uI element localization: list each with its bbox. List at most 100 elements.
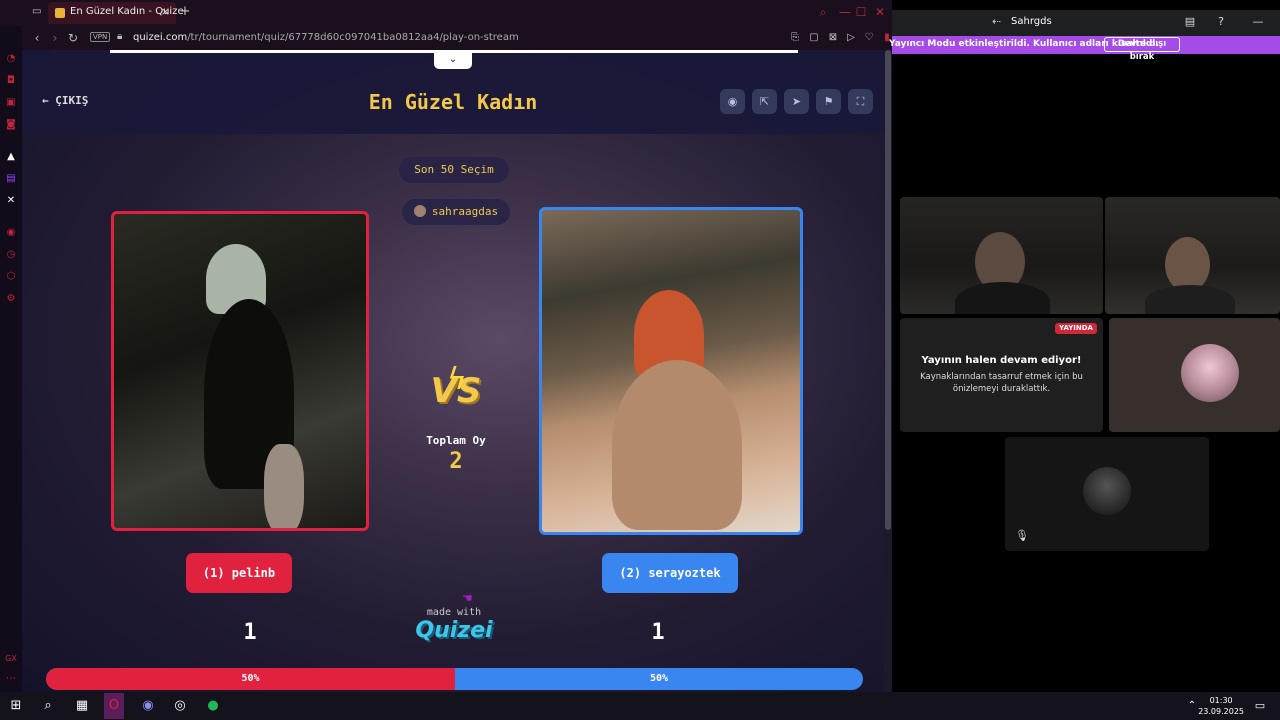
streamer-mode-banner: Yayıncı Modu etkinleştirildi. Kullanıcı … — [889, 36, 1280, 62]
new-tab-button[interactable]: + — [178, 4, 192, 20]
aria-icon[interactable]: ◔ — [4, 52, 18, 66]
muted-mic-icon: 🎙︎ — [1015, 529, 1029, 542]
quiz-page: ⌄ ← ÇIKIŞ En Güzel Kadın ◉ ⇱ ➤ ⚑ ⛶ Son 5… — [22, 50, 892, 692]
discord-taskbar-icon[interactable]: ◉ — [138, 697, 158, 715]
right-percent: 50% — [649, 673, 669, 684]
snapshot-icon[interactable]: ▢ — [807, 31, 821, 45]
eye-icon[interactable]: ◉ — [720, 89, 745, 114]
total-votes-value: 2 — [449, 449, 463, 474]
file-explorer-icon[interactable]: ▦ — [72, 697, 92, 715]
fullscreen-icon[interactable]: ⛶ — [848, 89, 873, 114]
avatar-tile[interactable] — [1109, 318, 1280, 432]
notifications-icon[interactable]: ▭ — [1250, 697, 1270, 715]
user-tile[interactable]: 🎙︎ — [1005, 437, 1209, 551]
vote-progress-bar: 50% 50% — [46, 668, 863, 690]
history-icon[interactable]: ◷ — [4, 248, 18, 262]
flag-icon[interactable]: ⚑ — [816, 89, 841, 114]
lock-icon: 🔒︎ — [117, 31, 123, 42]
cursor-icon: ☚ — [462, 591, 473, 605]
choice-right-button[interactable]: (2) serayoztek — [602, 553, 738, 593]
avatar — [1083, 467, 1131, 515]
share-icon[interactable]: ⇱ — [752, 89, 777, 114]
avatar — [1181, 344, 1239, 402]
screenshot-icon[interactable]: ⎘ — [788, 31, 802, 45]
stream-paused-subtitle: Kaynaklarından tasarruf etmek için bu ön… — [920, 372, 1083, 394]
quiz-title: En Güzel Kadın — [368, 90, 538, 114]
url-domain: quizei.com — [133, 32, 188, 43]
lightning-icon: ϟ — [447, 362, 467, 397]
creator-pill[interactable]: sahraagdas — [402, 199, 510, 225]
instagram-icon[interactable]: ◙ — [4, 118, 18, 132]
creator-name: sahraagdas — [431, 205, 499, 218]
left-vote-count: 1 — [243, 620, 257, 645]
body-shape — [612, 360, 742, 530]
tab-active[interactable]: En Güzel Kadın - Quizei × — [48, 2, 186, 24]
clock-date: 23.09.2025 — [1198, 707, 1244, 716]
discord-title-bar: ⇠ Sahrgds ▤ ? — — [892, 10, 1280, 36]
exit-link[interactable]: ← ÇIKIŞ — [42, 94, 88, 107]
maximize-icon[interactable]: ☐ — [854, 5, 868, 19]
help-icon[interactable]: ? — [1213, 14, 1229, 30]
obs-taskbar-icon[interactable]: ◎ — [170, 697, 190, 715]
scrollbar-thumb[interactable] — [885, 50, 891, 530]
video-tile-2[interactable] — [1105, 197, 1280, 314]
shopping-icon[interactable]: ◘ — [4, 74, 18, 88]
gx-icon[interactable]: GX — [4, 652, 18, 666]
forward-icon[interactable]: › — [48, 31, 62, 45]
left-percent: 50% — [241, 673, 260, 684]
close-tab-icon[interactable]: × — [161, 5, 170, 18]
address-bar: ‹ › ↻ VPN 🔒︎ quizei.com/tr/tournament/qu… — [22, 26, 892, 50]
last-choices-pill[interactable]: Son 50 Seçim — [399, 157, 509, 183]
minimize-icon[interactable]: — — [838, 5, 852, 19]
spotify-taskbar-icon[interactable]: ● — [203, 697, 223, 715]
opera-sidebar: O ◔ ◘ ▣ ◙ ▲ ▤ ✕ ◉ ◷ ⬡ ⚙ GX ⋯ — [0, 0, 22, 692]
page-header: ⌄ ← ÇIKIŞ En Güzel Kadın ◉ ⇱ ➤ ⚑ ⛶ — [22, 50, 884, 134]
settings-icon[interactable]: ⚙ — [4, 292, 18, 306]
tv-icon[interactable]: ▣ — [4, 96, 18, 110]
total-votes-label: Toplam Oy — [426, 434, 486, 447]
extensions-icon[interactable]: ⬡ — [4, 270, 18, 284]
person-body — [955, 282, 1050, 314]
stream-preview-tile[interactable]: YAYINDA Yayının halen devam ediyor! Kayn… — [900, 318, 1103, 432]
person-body — [1145, 285, 1235, 314]
video-tile-1[interactable] — [900, 197, 1103, 314]
quizei-logo[interactable]: Quizei — [414, 618, 494, 643]
taskbar-clock[interactable]: 01:30 23.09.2025 — [1198, 695, 1244, 717]
disable-streamer-mode-button[interactable]: Devre dışı bırak — [1104, 37, 1180, 62]
reload-icon[interactable]: ↻ — [66, 31, 80, 45]
send-icon[interactable]: ➤ — [784, 89, 809, 114]
search-icon[interactable]: ⌕ — [816, 5, 830, 19]
scrollbar[interactable] — [884, 50, 892, 692]
aria-a-icon[interactable]: ▲ — [4, 150, 18, 164]
download-icon[interactable]: ⊠ — [826, 31, 840, 45]
made-with-label: made with — [426, 607, 482, 618]
inbox-icon[interactable]: ▤ — [1182, 14, 1198, 30]
stream-paused-title: Yayının halen devam ediyor! — [921, 355, 1082, 366]
person-head — [1165, 237, 1210, 292]
choice-image-right[interactable] — [539, 207, 803, 535]
creator-avatar — [413, 205, 426, 217]
twitch-icon[interactable]: ▤ — [4, 172, 18, 186]
tab-manager-icon[interactable]: ▭ — [32, 6, 41, 17]
search-icon[interactable]: ⌕ — [38, 697, 58, 715]
minimize-icon[interactable]: — — [1250, 14, 1266, 30]
tab-bar: ▭ En Güzel Kadın - Quizei × + ⌕ — ☐ ✕ — [0, 0, 892, 26]
back-icon[interactable]: ‹ — [30, 31, 44, 45]
player-icon[interactable]: ◉ — [4, 226, 18, 240]
heart-icon[interactable]: ♡ — [862, 31, 876, 45]
x-icon[interactable]: ✕ — [4, 194, 18, 208]
more-icon[interactable]: ⋯ — [4, 672, 18, 686]
play-icon[interactable]: ▷ — [844, 31, 858, 45]
opera-gx-taskbar-icon[interactable]: O — [104, 693, 124, 719]
windows-taskbar: ⊞ ⌕ ▦ O ◉ ◎ ● ⌃ 01:30 23.09.2025 ▭ — [0, 692, 1280, 720]
discord-panel: ⇠ Sahrgds ▤ ? — Yayıncı Modu etkinleştir… — [889, 0, 1280, 692]
url-field[interactable]: quizei.com/tr/tournament/quiz/67778d60c0… — [133, 32, 519, 43]
close-window-icon[interactable]: ✕ — [873, 5, 887, 19]
url-path: /tr/tournament/quiz/67778d60c097041ba081… — [187, 32, 519, 43]
vpn-badge[interactable]: VPN — [90, 32, 111, 42]
leg-shape — [264, 444, 304, 528]
windows-start-icon[interactable]: ⊞ — [6, 697, 26, 715]
collapse-header-button[interactable]: ⌄ — [434, 52, 472, 69]
choice-left-button[interactable]: (1) pelinb — [186, 553, 292, 593]
choice-image-left[interactable] — [111, 211, 369, 531]
